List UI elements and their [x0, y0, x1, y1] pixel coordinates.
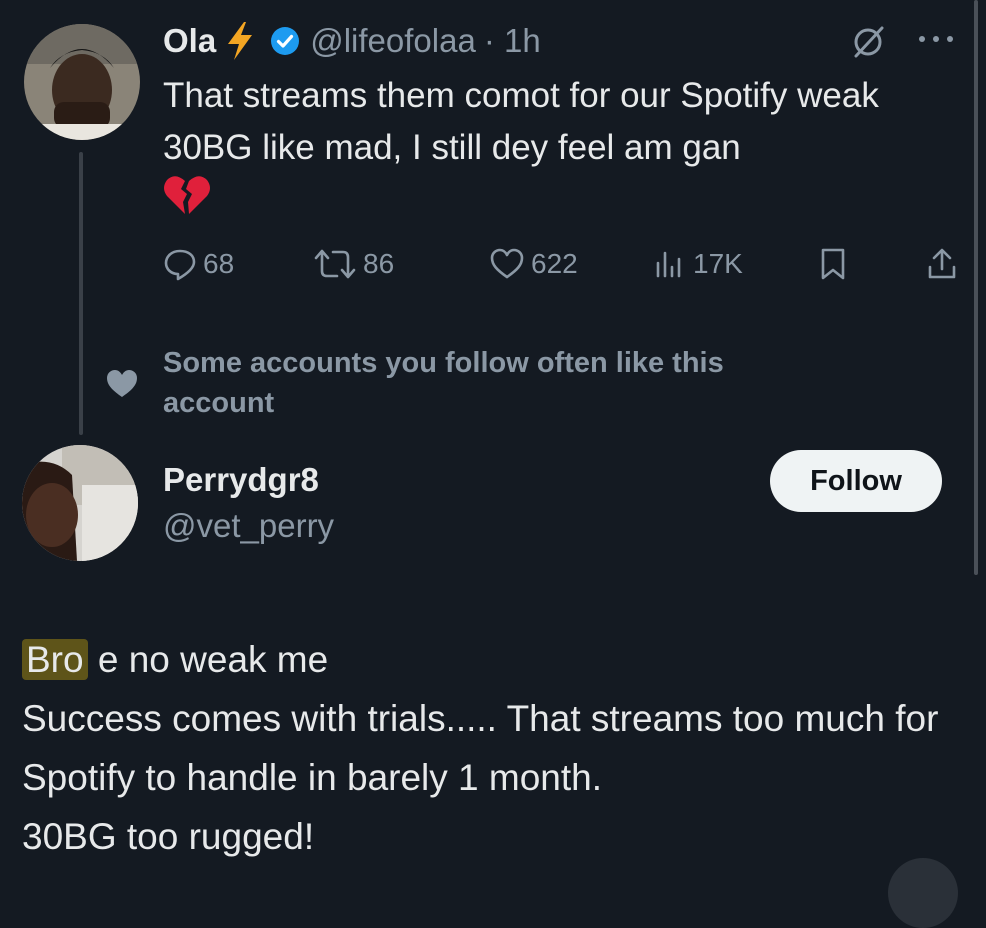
suggested-user-avatar[interactable] — [22, 445, 138, 561]
views-icon — [656, 251, 681, 278]
author-avatar[interactable] — [24, 24, 140, 140]
lightning-bolt-icon — [224, 21, 256, 61]
author-handle[interactable]: @lifeofolaa — [310, 22, 476, 60]
grok-icon[interactable] — [848, 22, 888, 67]
tweet-actions-bar: 68 86 622 17K — [163, 242, 963, 286]
reply-line-2: Success comes with trials..... That stre… — [22, 698, 939, 798]
broken-heart-icon — [163, 172, 211, 221]
scrollbar[interactable] — [974, 0, 978, 575]
verified-badge-icon[interactable] — [270, 26, 300, 56]
reply-line-3: 30BG too rugged! — [22, 816, 315, 857]
thread-connector-line — [79, 152, 83, 435]
reply-line-1: Bro e no weak me — [22, 630, 962, 689]
bookmark-icon — [821, 248, 845, 280]
views-button[interactable]: 17K — [653, 242, 743, 286]
views-count: 17K — [693, 248, 743, 279]
author-name[interactable]: Ola — [163, 22, 216, 60]
reply-count: 68 — [203, 248, 235, 279]
reply-button[interactable]: 68 — [163, 242, 234, 286]
repost-button[interactable]: 86 — [313, 242, 394, 286]
bookmark-button[interactable] — [818, 242, 854, 286]
reply-line-1-rest: e no weak me — [87, 639, 329, 680]
tweet-timestamp[interactable]: · 1h — [484, 22, 541, 60]
repost-icon — [314, 249, 356, 279]
floating-action-button[interactable] — [888, 858, 958, 928]
follow-button[interactable]: Follow — [770, 450, 942, 512]
share-button[interactable] — [926, 242, 964, 286]
highlighted-word: Bro — [22, 639, 88, 680]
suggested-user-info[interactable]: Perrydgr8 @vet_perry — [163, 458, 334, 548]
heart-icon — [490, 248, 524, 279]
tweet-text: That streams them comot for our Spotify … — [163, 76, 879, 167]
tweet-header: Ola @lifeofolaa · 1h — [163, 16, 541, 66]
like-count: 622 — [531, 248, 578, 279]
suggested-user-handle[interactable]: @vet_perry — [163, 504, 334, 548]
suggested-user-name[interactable]: Perrydgr8 — [163, 458, 334, 502]
more-options-icon[interactable] — [916, 20, 956, 57]
heart-icon — [104, 367, 140, 404]
social-context-text: Some accounts you follow often like this… — [163, 347, 724, 419]
repost-count: 86 — [363, 248, 395, 279]
share-icon — [928, 248, 956, 279]
like-button[interactable]: 622 — [489, 242, 578, 286]
reply-text: Bro e no weak me Success comes with tria… — [22, 630, 962, 866]
reply-icon — [164, 249, 196, 281]
